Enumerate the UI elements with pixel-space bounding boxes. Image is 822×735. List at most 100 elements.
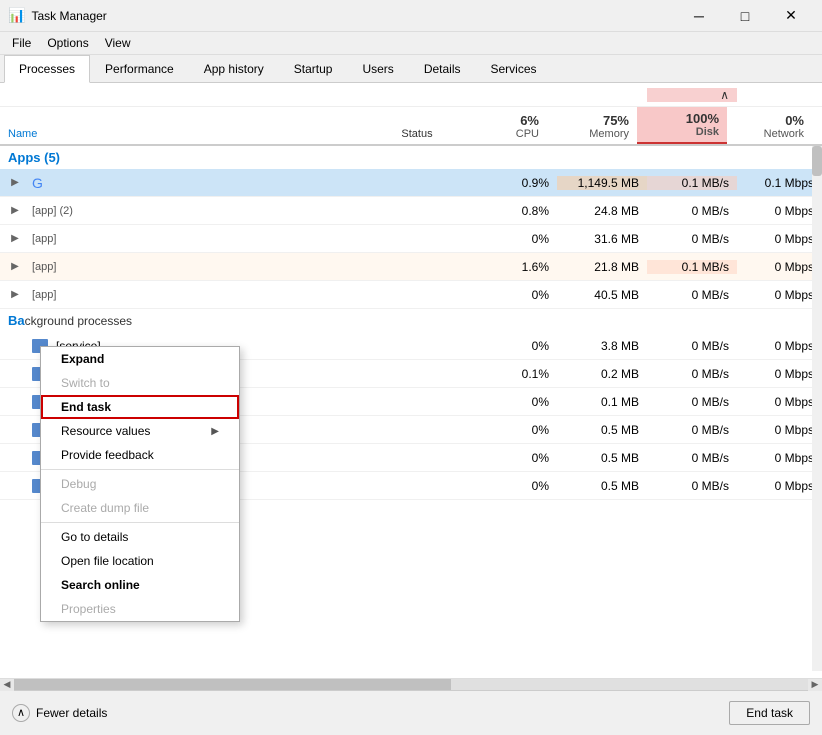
table-row[interactable]: ▶ G 0.9% 1,149.5 MB 0.1 MB/s 0.1 Mbps (0, 169, 822, 197)
table-row[interactable]: ▶ [app] (2) 0.8% 24.8 MB 0 MB/s 0 Mbps (0, 197, 822, 225)
ctx-resource-values[interactable]: Resource values ▶ (41, 419, 239, 443)
maximize-button[interactable]: □ (722, 0, 768, 32)
row-network: 0 Mbps (737, 339, 822, 353)
scroll-track[interactable] (14, 679, 808, 690)
minimize-button[interactable]: ─ (676, 0, 722, 32)
scroll-thumb[interactable] (14, 679, 451, 690)
menu-options[interactable]: Options (39, 34, 96, 52)
scroll-right-arrow[interactable]: ▶ (808, 679, 822, 691)
scrollbar-thumb[interactable] (812, 146, 822, 176)
ctx-properties: Properties (41, 597, 239, 621)
tab-users[interactable]: Users (347, 55, 408, 83)
close-button[interactable]: ✕ (768, 0, 814, 32)
row-cpu: 0% (477, 479, 557, 493)
row-network: 0 Mbps (737, 395, 822, 409)
row-disk: 0 MB/s (647, 288, 737, 302)
row-disk: 0 MB/s (647, 451, 737, 465)
row-disk: 0 MB/s (647, 395, 737, 409)
row-expand-icon[interactable]: ▶ (0, 261, 30, 272)
row-network: 0 Mbps (737, 288, 822, 302)
row-name-cell: [app] (30, 261, 377, 273)
row-network: 0 Mbps (737, 451, 822, 465)
cpu-label[interactable]: CPU (516, 128, 539, 140)
horizontal-scrollbar[interactable]: ◀ ▶ (0, 678, 822, 690)
title-bar: 📊 Task Manager ─ □ ✕ (0, 0, 822, 32)
row-memory: 0.5 MB (557, 423, 647, 437)
row-name-cell: [app] (30, 289, 377, 301)
fewer-details-label: Fewer details (36, 706, 107, 720)
ctx-open-file[interactable]: Open file location (41, 549, 239, 573)
row-network: 0 Mbps (737, 423, 822, 437)
ctx-end-task[interactable]: End task (41, 395, 239, 419)
tab-bar: Processes Performance App history Startu… (0, 55, 822, 83)
app-icon-4: [app] (32, 261, 56, 273)
row-disk: 0 MB/s (647, 204, 737, 218)
row-cpu: 0% (477, 232, 557, 246)
row-cpu: 0.9% (477, 176, 557, 190)
tab-app-history[interactable]: App history (189, 55, 279, 83)
ctx-go-to-details[interactable]: Go to details (41, 525, 239, 549)
memory-pct: 75% (603, 113, 629, 128)
row-expand-icon[interactable]: ▶ (0, 177, 30, 188)
row-memory: 3.8 MB (557, 339, 647, 353)
network-pct: 0% (785, 113, 804, 128)
tab-processes[interactable]: Processes (4, 55, 90, 83)
tab-services[interactable]: Services (476, 55, 552, 83)
row-disk: 0.1 MB/s (647, 260, 737, 274)
cpu-pct: 6% (520, 113, 539, 128)
row-cpu: 0% (477, 288, 557, 302)
chevron-up-icon: ∧ (12, 704, 30, 722)
row-expand-icon[interactable]: ▶ (0, 289, 30, 300)
row-memory: 0.2 MB (557, 367, 647, 381)
fewer-details-button[interactable]: ∧ Fewer details (12, 704, 107, 722)
ctx-provide-feedback[interactable]: Provide feedback (41, 443, 239, 467)
ctx-switch-to[interactable]: Switch to (41, 371, 239, 395)
app-icon-1: G (32, 175, 43, 191)
row-disk: 0 MB/s (647, 339, 737, 353)
row-disk: 0.1 MB/s (647, 176, 737, 190)
memory-label[interactable]: Memory (589, 128, 629, 140)
menu-file[interactable]: File (4, 34, 39, 52)
ctx-create-dump: Create dump file (41, 496, 239, 520)
column-headers: Name Status 6% CPU 75% Memory 100% Disk … (0, 107, 822, 146)
row-memory: 40.5 MB (557, 288, 647, 302)
ctx-expand[interactable]: Expand (41, 347, 239, 371)
end-task-button[interactable]: End task (729, 701, 810, 725)
row-network: 0 Mbps (737, 479, 822, 493)
network-label[interactable]: Network (764, 128, 804, 140)
scrollbar-track[interactable] (812, 146, 822, 671)
scroll-left-arrow[interactable]: ◀ (0, 679, 14, 691)
apps-section-header: Apps (5) (0, 146, 822, 169)
table-row[interactable]: ▶ [app] 0% 31.6 MB 0 MB/s 0 Mbps (0, 225, 822, 253)
window-controls: ─ □ ✕ (676, 0, 814, 32)
tab-startup[interactable]: Startup (279, 55, 348, 83)
row-disk: 0 MB/s (647, 232, 737, 246)
disk-sort-arrow[interactable]: ∧ (720, 88, 729, 102)
row-network: 0 Mbps (737, 367, 822, 381)
row-network: 0 Mbps (737, 260, 822, 274)
row-memory: 24.8 MB (557, 204, 647, 218)
app-icon: 📊 (8, 7, 25, 24)
col-name-label[interactable]: Name (8, 128, 37, 140)
ctx-search-online[interactable]: Search online (41, 573, 239, 597)
row-cpu: 0.1% (477, 367, 557, 381)
row-disk: 0 MB/s (647, 367, 737, 381)
app-icon-3: [app] (32, 233, 56, 245)
row-disk: 0 MB/s (647, 479, 737, 493)
ctx-separator-1 (41, 469, 239, 470)
table-row[interactable]: ▶ [app] 1.6% 21.8 MB 0.1 MB/s 0 Mbps (0, 253, 822, 281)
disk-label[interactable]: Disk (696, 126, 719, 138)
menu-view[interactable]: View (97, 34, 139, 52)
tab-performance[interactable]: Performance (90, 55, 189, 83)
row-memory: 31.6 MB (557, 232, 647, 246)
row-memory: 0.5 MB (557, 451, 647, 465)
row-cpu: 0.8% (477, 204, 557, 218)
table-row[interactable]: ▶ [app] 0% 40.5 MB 0 MB/s 0 Mbps (0, 281, 822, 309)
row-expand-icon[interactable]: ▶ (0, 205, 30, 216)
row-network: 0 Mbps (737, 232, 822, 246)
tab-details[interactable]: Details (409, 55, 476, 83)
row-cpu: 0% (477, 395, 557, 409)
context-menu: Expand Switch to End task Resource value… (40, 346, 240, 622)
app-icon-2: [app] (2) (32, 205, 73, 217)
row-expand-icon[interactable]: ▶ (0, 233, 30, 244)
